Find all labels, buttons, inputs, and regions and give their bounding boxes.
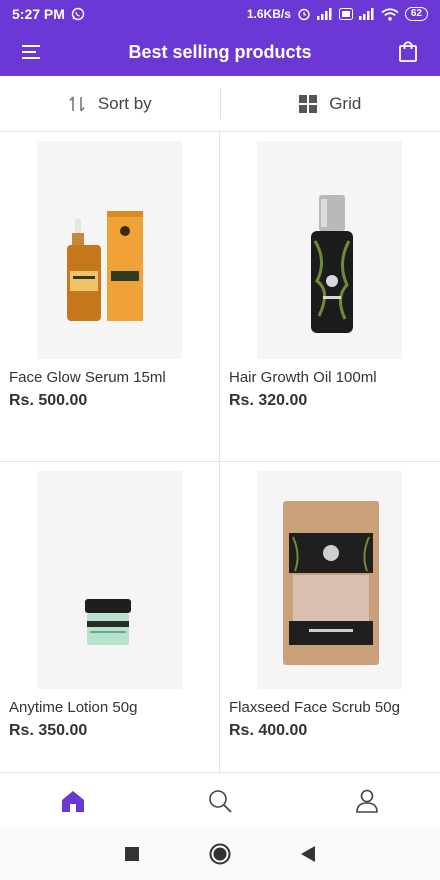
volte-icon (338, 8, 353, 20)
home-icon (62, 790, 85, 812)
shopping-bag-icon[interactable] (398, 40, 418, 62)
list-toolbar: Sort by Grid (0, 76, 440, 132)
view-toggle-button[interactable]: Grid (221, 76, 440, 131)
status-time: 5:27 PM (12, 6, 65, 22)
battery-icon: 62 (404, 7, 428, 21)
back-button[interactable] (301, 846, 315, 862)
home-button[interactable] (209, 843, 231, 865)
product-card[interactable]: Flaxseed Face Scrub 50g Rs. 400.00 (220, 462, 440, 792)
nav-profile[interactable] (293, 773, 440, 828)
product-image-hair-oil (257, 141, 402, 359)
whatsapp-icon (71, 7, 85, 21)
product-price: Rs. 320.00 (229, 392, 308, 409)
product-price: Rs. 350.00 (9, 722, 88, 739)
nav-home[interactable] (0, 773, 147, 828)
product-image-serum (37, 141, 182, 359)
sort-label: Sort by (97, 93, 152, 113)
product-card[interactable]: Hair Growth Oil 100ml Rs. 320.00 (220, 132, 440, 462)
network-speed: 1.6KB/s (246, 7, 291, 21)
sort-icon (69, 95, 85, 112)
product-card[interactable]: Face Glow Serum 15ml Rs. 500.00 (0, 132, 220, 462)
recents-icon (125, 847, 139, 861)
alarm-icon (298, 8, 310, 21)
page-title: Best selling products (128, 41, 312, 62)
wifi-icon (381, 7, 399, 21)
profile-icon (355, 789, 378, 813)
signal-icon (316, 8, 332, 20)
status-bar: 5:27 PM 1.6KB/s 62 (0, 0, 440, 28)
product-card[interactable]: Anytime Lotion 50g Rs. 350.00 (0, 462, 220, 792)
product-image-lotion (37, 471, 182, 689)
view-label: Grid (329, 93, 362, 113)
search-icon (209, 789, 232, 813)
product-name: Hair Growth Oil 100ml (229, 369, 377, 386)
back-icon (301, 846, 315, 862)
menu-icon[interactable] (22, 42, 42, 62)
nav-search[interactable] (147, 773, 294, 828)
home-circle-icon (209, 843, 231, 865)
grid-icon (299, 94, 318, 113)
product-grid: Face Glow Serum 15ml Rs. 500.00 Hair Gro… (0, 132, 440, 792)
system-navigation (0, 828, 440, 880)
signal-icon-2 (358, 8, 374, 20)
bottom-navigation (0, 772, 440, 828)
product-name: Anytime Lotion 50g (9, 699, 138, 716)
product-price: Rs. 500.00 (9, 392, 88, 409)
product-name: Flaxseed Face Scrub 50g (229, 699, 400, 716)
product-price: Rs. 400.00 (229, 722, 308, 739)
recents-button[interactable] (125, 847, 139, 861)
product-image-scrub (257, 471, 402, 689)
app-bar: Best selling products (0, 28, 440, 76)
product-name: Face Glow Serum 15ml (9, 369, 166, 386)
sort-button[interactable]: Sort by (0, 76, 220, 131)
